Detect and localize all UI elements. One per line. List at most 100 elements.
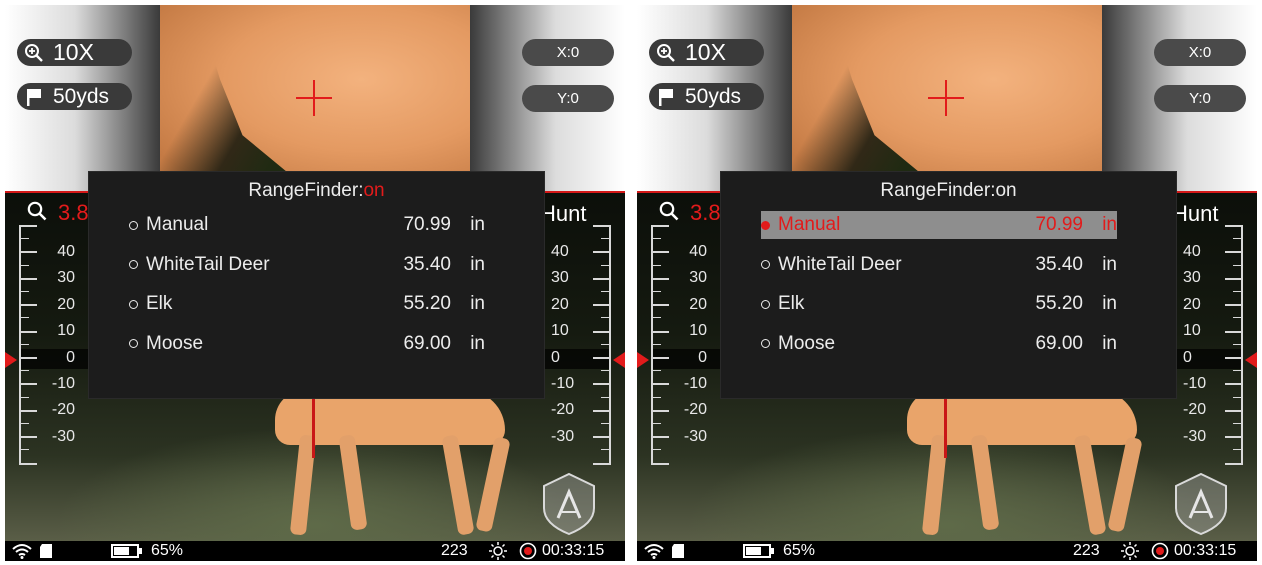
x-coordinate[interactable]: X:0 <box>522 39 614 66</box>
search-icon <box>659 201 679 221</box>
scale-axis <box>19 225 21 463</box>
scale-label: 0 <box>698 348 707 366</box>
scale-tick <box>19 304 37 307</box>
rangefinder-item[interactable]: Moose 69.00 in <box>129 330 485 358</box>
shot-count: 223 <box>441 542 468 559</box>
y-coordinate[interactable]: Y:0 <box>522 85 614 112</box>
sd-card-icon <box>39 543 53 561</box>
scale-tick <box>19 436 37 439</box>
scale-label: -30 <box>551 427 575 445</box>
recording-time: 00:33:15 <box>542 542 605 559</box>
rangefinder-item[interactable]: Moose 69.00 in <box>761 330 1117 358</box>
elevation-scale-left: 40 30 20 10 0 -10 -20 -30 <box>19 225 79 465</box>
item-unit: in <box>1102 293 1117 314</box>
scale-tick <box>1225 462 1243 465</box>
scale-label: 20 <box>689 295 707 313</box>
radio-icon[interactable] <box>761 339 770 348</box>
scale-tick <box>19 357 37 359</box>
zoom-value: 10X <box>685 39 726 65</box>
scale-label: -30 <box>1183 427 1207 445</box>
scale-label: 0 <box>551 348 560 366</box>
scale-label: 10 <box>1183 322 1201 340</box>
wifi-icon <box>643 543 665 561</box>
scale-label: -30 <box>683 427 707 445</box>
scale-label: -10 <box>551 375 575 392</box>
elevation-scale-left: 40 30 20 10 0 -10 -20 -30 <box>651 225 711 465</box>
scale-label: 0 <box>1183 348 1192 366</box>
scale-pointer-left-icon <box>5 352 17 368</box>
dialog-title: RangeFinder:on <box>721 180 1176 202</box>
scale-label: 10 <box>689 322 707 340</box>
pip-crosshair-vertical <box>945 80 947 116</box>
radio-icon[interactable] <box>129 339 138 348</box>
rangefinder-item[interactable]: WhiteTail Deer 35.40 in <box>761 251 1117 279</box>
mode-label: Hunt <box>540 201 587 226</box>
rangefinder-item[interactable]: WhiteTail Deer 35.40 in <box>129 251 485 279</box>
scale-tick <box>19 277 37 280</box>
scale-tick <box>19 330 37 333</box>
item-unit: in <box>1102 253 1117 275</box>
item-name: WhiteTail Deer <box>778 253 902 275</box>
rangefinder-item[interactable]: Manual 70.99 in <box>761 211 1117 239</box>
item-value: 55.20 <box>403 293 451 314</box>
radio-icon[interactable] <box>129 220 138 230</box>
scale-label: 30 <box>1183 269 1201 287</box>
rangefinder-item[interactable]: Manual 70.99 in <box>129 211 485 239</box>
scale-tick <box>651 462 669 465</box>
rangefinder-state[interactable]: on <box>995 180 1016 201</box>
sd-card-icon <box>671 543 685 561</box>
record-icon[interactable] <box>1151 542 1169 561</box>
pip-crosshair-vertical <box>313 80 315 116</box>
scale-tick <box>651 251 669 254</box>
battery-percent: 65% <box>783 542 816 559</box>
item-unit: in <box>470 332 485 354</box>
radio-icon[interactable] <box>129 299 138 309</box>
scale-tick <box>651 357 669 359</box>
scale-label: -20 <box>1183 401 1207 419</box>
item-value: 35.40 <box>403 253 451 275</box>
status-bar: 65% 223 00:33:15 <box>637 541 1257 561</box>
item-unit: in <box>1102 332 1117 354</box>
scale-axis <box>609 225 611 463</box>
x-coordinate[interactable]: X:0 <box>1154 39 1246 66</box>
brightness-icon[interactable] <box>1121 542 1139 561</box>
scale-axis <box>651 225 653 463</box>
scale-tick <box>651 304 669 307</box>
item-value: 69.00 <box>1035 332 1083 354</box>
rangefinder-state[interactable]: on <box>363 180 384 201</box>
record-icon[interactable] <box>519 542 537 561</box>
battery-percent: 65% <box>151 542 184 559</box>
zoom-indicator[interactable]: 10X <box>649 39 764 66</box>
distance-indicator[interactable]: 50yds <box>649 83 764 110</box>
y-coordinate[interactable]: Y:0 <box>1154 85 1246 112</box>
radio-icon[interactable] <box>761 299 770 309</box>
item-unit: in <box>470 214 485 235</box>
rangefinder-item[interactable]: Elk 55.20 in <box>761 290 1117 318</box>
zoom-indicator[interactable]: 10X <box>17 39 132 66</box>
viewfinder-screen-right: 10X 50yds X:0 Y:0 3.8 Hunt 40 30 20 10 0 -10 -… <box>637 5 1257 561</box>
scale-label: 20 <box>57 295 75 313</box>
elevation-scale-right: 40 30 20 10 0 -10 -20 -30 <box>551 225 611 465</box>
scale-label: 40 <box>57 243 75 260</box>
item-name: Manual <box>146 214 209 235</box>
distance-indicator[interactable]: 50yds <box>17 83 132 110</box>
scale-label: -10 <box>683 375 707 392</box>
reticle-vertical-line <box>944 398 947 458</box>
rangefinder-item[interactable]: Elk 55.20 in <box>129 290 485 318</box>
radio-icon[interactable] <box>129 260 138 269</box>
measured-value: 3.8 <box>690 200 721 225</box>
status-bar: 65% 223 00:33:15 <box>5 541 625 561</box>
search-icon <box>27 201 47 221</box>
item-name: Manual <box>778 214 841 235</box>
item-unit: in <box>470 253 485 275</box>
distance-value: 50yds <box>685 84 742 108</box>
radio-icon[interactable] <box>761 260 770 269</box>
radio-icon[interactable] <box>761 220 770 230</box>
item-unit: in <box>470 293 485 314</box>
mode-label: Hunt <box>1172 201 1219 226</box>
scale-axis <box>1241 225 1243 463</box>
measured-value: 3.8 <box>58 200 89 225</box>
scale-label: 40 <box>1183 243 1201 260</box>
brightness-icon[interactable] <box>489 542 507 561</box>
scale-label: 20 <box>551 295 569 313</box>
